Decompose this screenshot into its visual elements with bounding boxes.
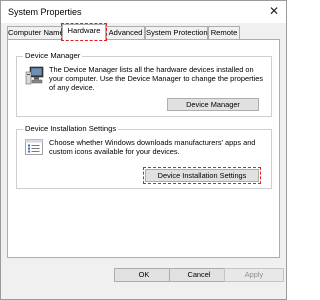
device-manager-description: The Device Manager lists all the hardwar… [49,65,264,92]
device-manager-button[interactable]: Device Manager [167,98,259,111]
computer-icon [25,66,44,85]
hardware-tab-panel: Device Manager The Device Manager lists … [7,39,280,258]
title-bar: System Properties ✕ [1,1,286,23]
settings-list-icon [25,139,43,155]
apply-button[interactable]: Apply [224,268,284,282]
tab-hardware[interactable]: Hardware [61,23,107,41]
device-installation-group-label: Device Installation Settings [23,124,119,133]
device-manager-group: Device Manager The Device Manager lists … [16,51,272,117]
cancel-button[interactable]: Cancel [169,268,229,282]
device-installation-settings-button[interactable]: Device Installation Settings [143,167,261,184]
device-installation-description: Choose whether Windows downloads manufac… [49,138,256,156]
tab-system-protection[interactable]: System Protection [145,26,208,39]
tab-advanced[interactable]: Advanced [106,26,145,39]
tab-computer-name[interactable]: Computer Name [7,26,64,39]
device-installation-group: Device Installation Settings Choose whet… [16,124,272,189]
system-properties-window: System Properties ✕ Computer Name Hardwa… [0,0,287,300]
ok-button[interactable]: OK [114,268,174,282]
window-title: System Properties [8,7,82,17]
tab-remote[interactable]: Remote [208,26,240,39]
device-manager-group-label: Device Manager [23,51,83,60]
dialog-button-bar: OK Cancel Apply [1,259,286,299]
close-icon[interactable]: ✕ [268,5,280,17]
tab-strip: Computer Name Hardware Advanced System P… [7,23,280,41]
